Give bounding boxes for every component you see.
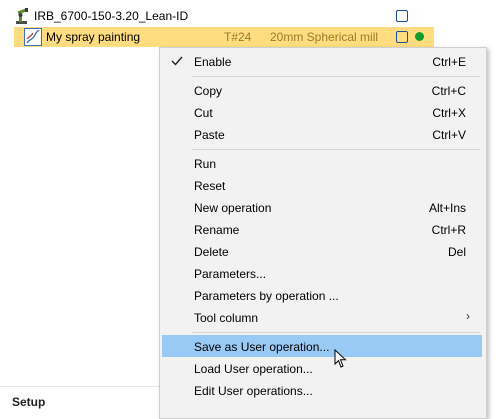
menu-item-label: New operation bbox=[194, 201, 272, 215]
menu-item-label: Save as User operation... bbox=[194, 340, 330, 354]
menu-item-parameters[interactable]: Parameters... bbox=[162, 262, 482, 284]
menu-item-shortcut: Ctrl+C bbox=[431, 84, 466, 98]
menu-item-shortcut: Ctrl+V bbox=[432, 128, 466, 142]
robot-label: IRB_6700-150-3.20_Lean-ID bbox=[34, 9, 189, 23]
menu-item-shortcut: Alt+Ins bbox=[428, 201, 466, 215]
menu-item-label: Enable bbox=[194, 55, 232, 69]
menu-item-reset[interactable]: Reset bbox=[162, 174, 482, 196]
menu-item-label: Rename bbox=[194, 223, 240, 237]
menu-item-new-operation[interactable]: New operation Alt+Ins bbox=[162, 196, 482, 218]
menu-item-parameters-by-operation[interactable]: Parameters by operation ... bbox=[162, 284, 482, 306]
menu-item-enable[interactable]: Enable Ctrl+E bbox=[162, 50, 482, 72]
menu-item-label: Cut bbox=[194, 106, 213, 120]
menu-item-label: Delete bbox=[194, 245, 229, 259]
tree-item-robot[interactable]: IRB_6700-150-3.20_Lean-ID bbox=[0, 6, 440, 26]
operation-label: My spray painting bbox=[46, 30, 141, 44]
robot-arm-icon bbox=[16, 8, 28, 24]
menu-separator bbox=[192, 332, 480, 333]
checkmark-icon bbox=[171, 56, 183, 66]
menu-item-load-user-operation[interactable]: Load User operation... bbox=[162, 357, 482, 379]
menu-item-paste[interactable]: Paste Ctrl+V bbox=[162, 123, 482, 145]
menu-item-copy[interactable]: Copy Ctrl+C bbox=[162, 79, 482, 101]
menu-item-label: Parameters by operation ... bbox=[194, 289, 339, 303]
menu-item-label: Reset bbox=[194, 179, 226, 193]
menu-item-rename[interactable]: Rename Ctrl+R bbox=[162, 218, 482, 240]
spray-path-icon bbox=[24, 28, 42, 46]
menu-item-delete[interactable]: Delete Del bbox=[162, 240, 482, 262]
menu-item-label: Run bbox=[194, 157, 217, 171]
menu-item-label: Load User operation... bbox=[194, 362, 313, 376]
menu-item-edit-user-operations[interactable]: Edit User operations... bbox=[162, 379, 482, 401]
menu-item-label: Copy bbox=[194, 84, 223, 98]
tree-item-operation[interactable]: My spray painting T#24 20mm Spherical mi… bbox=[14, 27, 434, 47]
menu-item-shortcut: Ctrl+X bbox=[432, 106, 466, 120]
menu-item-shortcut: Del bbox=[447, 245, 466, 259]
submenu-arrow-icon: › bbox=[466, 309, 470, 323]
menu-item-label: Edit User operations... bbox=[194, 384, 313, 398]
operation-tool-description: 20mm Spherical mill bbox=[270, 30, 379, 44]
status-dot bbox=[415, 32, 424, 41]
menu-item-label: Parameters... bbox=[194, 267, 267, 281]
operation-tool: T#24 bbox=[224, 30, 252, 44]
menu-item-label: Paste bbox=[194, 128, 225, 142]
visibility-toggle[interactable] bbox=[396, 31, 408, 43]
panel-divider bbox=[0, 386, 160, 387]
menu-item-cut[interactable]: Cut Ctrl+X bbox=[162, 101, 482, 123]
setup-label: Setup bbox=[12, 395, 46, 409]
mouse-cursor-icon bbox=[334, 349, 347, 368]
menu-item-label: Tool column bbox=[194, 311, 259, 325]
menu-separator bbox=[192, 149, 480, 150]
menu-item-tool-column[interactable]: Tool column › bbox=[162, 306, 482, 328]
menu-item-shortcut: Ctrl+E bbox=[432, 55, 466, 69]
visibility-toggle[interactable] bbox=[396, 10, 408, 22]
menu-item-save-as-user-operation[interactable]: Save as User operation... bbox=[162, 335, 482, 357]
menu-separator bbox=[192, 76, 480, 77]
context-menu: Enable Ctrl+E Copy Ctrl+C Cut Ctrl+X Pas… bbox=[159, 47, 487, 419]
menu-item-run[interactable]: Run bbox=[162, 152, 482, 174]
menu-item-shortcut: Ctrl+R bbox=[431, 223, 466, 237]
